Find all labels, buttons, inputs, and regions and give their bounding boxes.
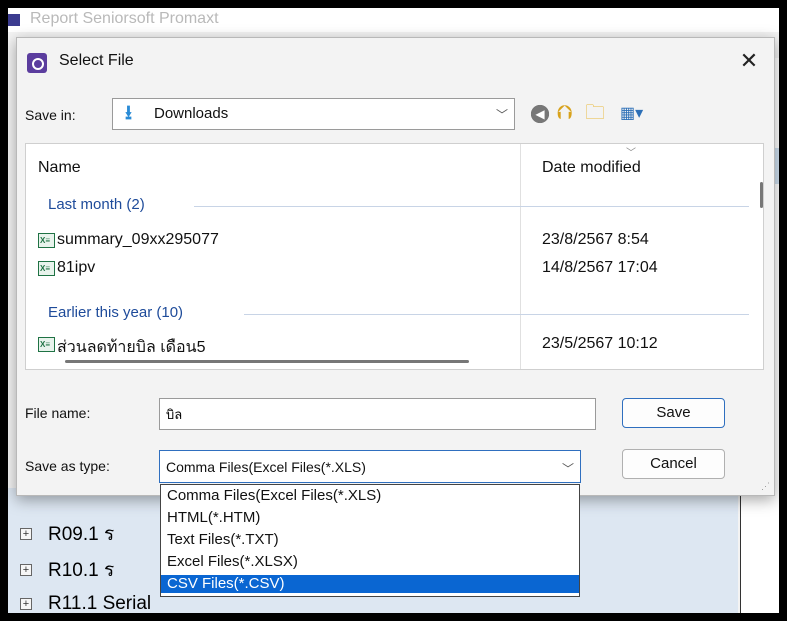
save-as-type-value: Comma Files(Excel Files(*.XLS) xyxy=(166,459,366,475)
group-divider xyxy=(244,314,749,315)
type-option[interactable]: Comma Files(Excel Files(*.XLS) xyxy=(161,487,579,505)
save-button[interactable]: Save xyxy=(622,398,725,428)
tree-item[interactable]: + R10.1 ร xyxy=(20,556,114,584)
file-row[interactable]: X≡ 81ipv 14/8/2567 17:04 xyxy=(38,258,718,282)
select-file-dialog: Select File ✕ Save in: ⭳ Downloads ﹀ ◀ ⮉… xyxy=(16,37,775,496)
file-list[interactable]: ﹀ Name Date modified Last month (2) X≡ s… xyxy=(25,143,764,370)
file-name-input[interactable] xyxy=(159,398,596,430)
download-arrow-icon: ⭳ xyxy=(125,102,132,124)
dialog-title: Select File xyxy=(59,52,134,69)
save-in-label: Save in: xyxy=(25,107,76,123)
background-titlebar: Report Seniorsoft Promaxt xyxy=(8,8,779,32)
chevron-down-icon[interactable]: ﹀ xyxy=(562,460,574,477)
new-folder-icon[interactable]: 🗀 xyxy=(585,103,609,125)
save-in-value: Downloads xyxy=(154,105,229,122)
excel-file-icon: X≡ xyxy=(38,337,55,352)
file-date: 14/8/2567 17:04 xyxy=(542,259,658,276)
tree-item-label: R10.1 ร xyxy=(48,560,115,581)
background-window-title: Report Seniorsoft Promaxt xyxy=(30,10,219,27)
tree-item[interactable]: + R09.1 ร xyxy=(20,520,114,548)
excel-file-icon: X≡ xyxy=(38,233,55,248)
sort-chevron-icon: ﹀ xyxy=(626,148,636,159)
up-folder-icon[interactable]: ⮉ xyxy=(557,103,581,125)
resize-grip-icon[interactable]: ⋰ xyxy=(761,481,770,492)
excel-file-icon: X≡ xyxy=(38,261,55,276)
expand-plus-icon[interactable]: + xyxy=(20,528,32,540)
group-divider xyxy=(194,206,749,207)
file-name: summary_09xx295077 xyxy=(57,231,219,248)
group-header[interactable]: Last month (2) xyxy=(48,196,145,213)
cancel-button[interactable]: Cancel xyxy=(622,449,725,479)
file-name: ส่วนลดท้ายบิล เดือน5 xyxy=(57,339,206,356)
chevron-down-icon[interactable]: ﹀ xyxy=(496,106,508,123)
back-arrow-icon[interactable]: ◀ xyxy=(528,103,552,125)
type-option[interactable]: CSV Files(*.CSV) xyxy=(161,575,579,593)
tree-item-label: R09.1 ร xyxy=(48,524,115,545)
file-date: 23/8/2567 8:54 xyxy=(542,231,649,248)
close-button[interactable]: ✕ xyxy=(732,48,766,76)
type-option[interactable]: Text Files(*.TXT) xyxy=(161,531,579,549)
expand-plus-icon[interactable]: + xyxy=(20,564,32,576)
tree-item[interactable]: + R11.1 Serial xyxy=(20,590,151,613)
vertical-scrollbar[interactable] xyxy=(760,182,763,208)
tree-item-label: R11.1 Serial xyxy=(48,593,152,613)
group-header[interactable]: Earlier this year (10) xyxy=(48,304,183,321)
app-icon xyxy=(8,14,20,26)
column-header-name[interactable]: Name xyxy=(38,159,81,177)
expand-plus-icon[interactable]: + xyxy=(20,598,32,610)
select-file-app-icon xyxy=(27,53,47,73)
view-menu-icon[interactable]: ▦▾ xyxy=(620,103,660,125)
save-in-combo[interactable]: ⭳ Downloads ﹀ xyxy=(112,98,515,130)
save-as-type-label: Save as type: xyxy=(25,458,110,474)
file-date: 23/5/2567 10:12 xyxy=(542,335,658,352)
type-option[interactable]: HTML(*.HTM) xyxy=(161,509,579,527)
file-row[interactable]: X≡ summary_09xx295077 23/8/2567 8:54 xyxy=(38,230,718,254)
file-row[interactable]: X≡ ส่วนลดท้ายบิล เดือน5 23/5/2567 10:12 xyxy=(38,334,718,358)
horizontal-scrollbar[interactable] xyxy=(65,360,469,363)
save-as-type-combo[interactable]: Comma Files(Excel Files(*.XLS) ﹀ xyxy=(159,450,581,483)
save-as-type-dropdown[interactable]: Comma Files(Excel Files(*.XLS) HTML(*.HT… xyxy=(160,484,580,597)
type-option[interactable]: Excel Files(*.XLSX) xyxy=(161,553,579,571)
file-name: 81ipv xyxy=(57,259,96,276)
file-name-label: File name: xyxy=(25,405,91,421)
column-header-date[interactable]: Date modified xyxy=(542,159,641,177)
